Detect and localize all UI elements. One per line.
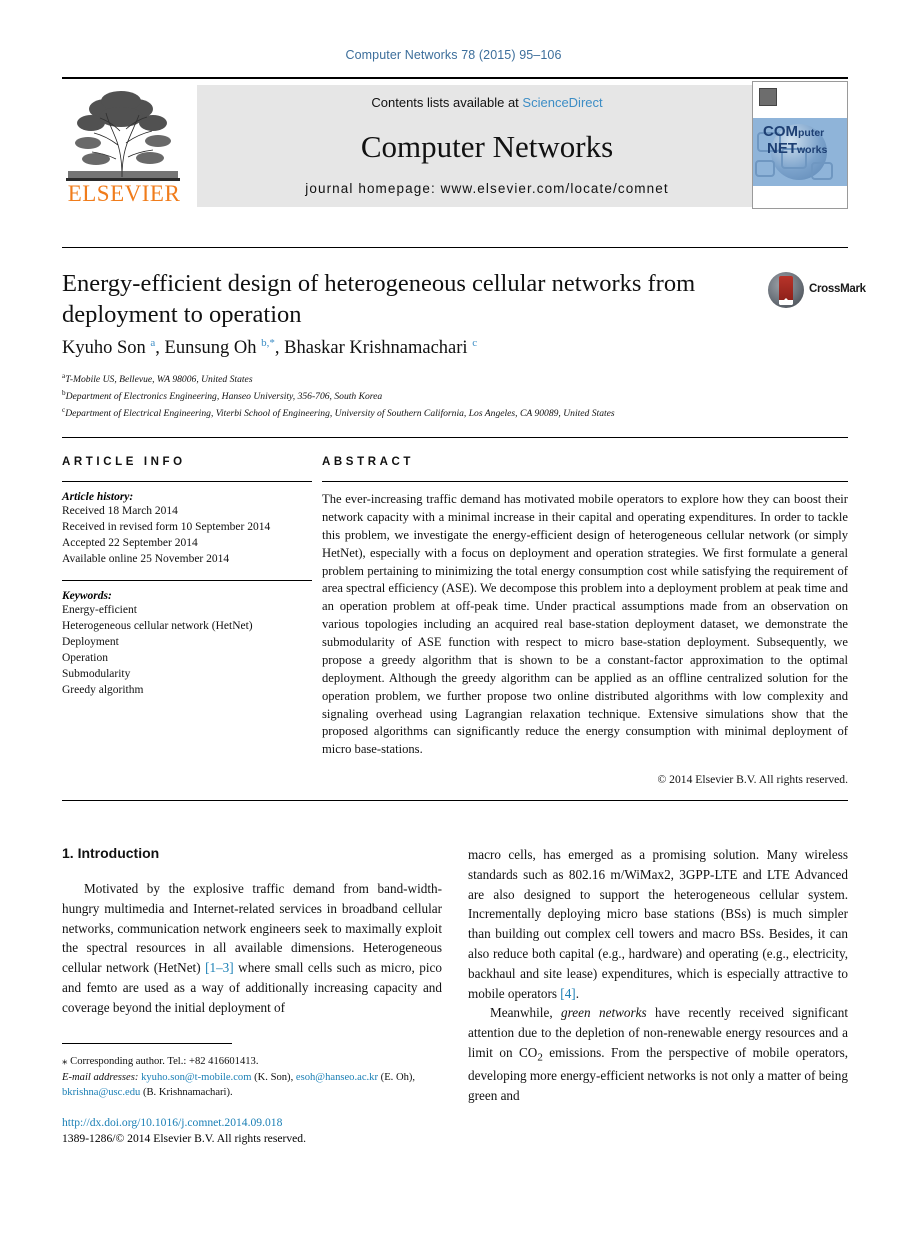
- body-top-rule: [62, 800, 848, 801]
- keywords-rule: [62, 580, 312, 582]
- article-info-heading: ARTICLE INFO: [62, 456, 186, 468]
- keyword-item: Energy-efficient: [62, 604, 137, 617]
- cover-node-rect-4: [755, 160, 775, 177]
- cover-bottom-band: [753, 186, 847, 208]
- crossmark-circle-icon: [768, 272, 804, 308]
- keyword-item: Greedy algorithm: [62, 683, 144, 696]
- article-page: Computer Networks 78 (2015) 95–106 ELSEV…: [0, 0, 907, 1238]
- masthead-center-panel: Contents lists available at ScienceDirec…: [197, 85, 777, 207]
- cover-word-1-sub: puter: [798, 127, 825, 139]
- page-title: Energy-efficient design of heterogeneous…: [62, 270, 696, 329]
- affiliation-item: aT-Mobile US, Bellevue, WA 98006, United…: [62, 371, 852, 388]
- article-history-label: Article history:: [62, 491, 134, 503]
- abstract-copyright: © 2014 Elsevier B.V. All rights reserved…: [657, 773, 848, 787]
- affiliation-text: Department of Electrical Engineering, Vi…: [65, 408, 615, 420]
- keywords-block: Keywords: Energy-efficient Heterogeneous…: [62, 590, 312, 698]
- abstract-text: The ever-increasing traffic demand has m…: [322, 492, 848, 757]
- author-list: Kyuho Son a, Eunsung Oh b,*, Bhaskar Kri…: [62, 337, 478, 359]
- cover-node-rect-3: [811, 162, 833, 180]
- abstract-heading: ABSTRACT: [322, 456, 415, 468]
- intro-paragraph-2: Meanwhile, green networks have recently …: [468, 1005, 849, 1103]
- email-addresses-note: E-mail addresses: kyuho.son@t-mobile.com…: [62, 1071, 416, 1099]
- history-online: Available online 25 November 2014: [62, 552, 230, 565]
- crossmark-badge[interactable]: CrossMark: [768, 272, 866, 312]
- crossmark-label: CrossMark: [809, 283, 866, 295]
- journal-title: Computer Networks: [360, 129, 614, 164]
- section-title-introduction: 1. Introduction: [62, 845, 160, 861]
- abstract-column: ABSTRACT The ever-increasing traffic dem…: [322, 456, 848, 786]
- affiliation-text: T-Mobile US, Bellevue, WA 98006, United …: [65, 374, 253, 386]
- footnote-block: ⁎ Corresponding author. Tel.: +82 416601…: [62, 1054, 442, 1100]
- elsevier-wordmark: ELSEVIER: [67, 181, 181, 206]
- article-info-column: ARTICLE INFO Article history: Received 1…: [62, 456, 312, 699]
- doi-block: http://dx.doi.org/10.1016/j.comnet.2014.…: [62, 1115, 482, 1147]
- elsevier-tree-icon: [66, 85, 180, 181]
- contents-prefix: Contents lists available at: [371, 95, 519, 110]
- title-divider: [62, 247, 848, 248]
- history-received: Received 18 March 2014: [62, 505, 178, 517]
- body-left-column: 1. Introduction Motivated by the explosi…: [62, 845, 442, 1018]
- cover-word-2-sub: works: [797, 144, 828, 156]
- intro-paragraph-1-cont: macro cells, has emerged as a promising …: [468, 847, 848, 1001]
- sciencedirect-link[interactable]: ScienceDirect: [522, 95, 602, 110]
- cover-artwork: COMputer NETworks: [753, 118, 847, 186]
- intro-paragraph-1: Motivated by the explosive traffic deman…: [62, 881, 442, 1015]
- keywords-label: Keywords:: [62, 590, 112, 603]
- journal-homepage-line[interactable]: journal homepage: www.elsevier.com/locat…: [197, 181, 777, 196]
- info-section-top-rule: [62, 437, 848, 438]
- masthead-top-rule: [62, 77, 848, 79]
- cover-word-2: NET: [767, 140, 797, 157]
- keyword-item: Heterogeneous cellular network (HetNet): [62, 620, 253, 633]
- footnote-rule: [62, 1043, 232, 1044]
- body-right-column: macro cells, has emerged as a promising …: [468, 845, 848, 1106]
- keyword-item: Deployment: [62, 636, 119, 649]
- history-revised: Received in revised form 10 September 20…: [62, 520, 271, 533]
- corresponding-author-note: ⁎ Corresponding author. Tel.: +82 416601…: [62, 1055, 259, 1067]
- issn-copyright-line: 1389-1286/© 2014 Elsevier B.V. All right…: [62, 1131, 306, 1145]
- contents-available-line: Contents lists available at ScienceDirec…: [197, 95, 777, 110]
- cover-stamp-icon: [759, 88, 777, 106]
- cover-top-band: [753, 82, 847, 118]
- cover-wordmark: COMputer NETworks: [763, 124, 847, 156]
- journal-masthead: ELSEVIER Contents lists available at Sci…: [62, 77, 848, 209]
- running-head: Computer Networks 78 (2015) 95–106: [345, 48, 562, 62]
- elsevier-logo: ELSEVIER: [62, 85, 186, 207]
- affiliation-item: cDepartment of Electrical Engineering, V…: [62, 405, 852, 422]
- article-info-rule: [62, 481, 312, 482]
- abstract-rule: [322, 481, 848, 482]
- doi-link[interactable]: http://dx.doi.org/10.1016/j.comnet.2014.…: [62, 1115, 482, 1131]
- keyword-item: Operation: [62, 652, 108, 665]
- crossmark-notch-icon: [779, 298, 793, 305]
- affiliation-list: aT-Mobile US, Bellevue, WA 98006, United…: [62, 371, 852, 422]
- affiliation-item: bDepartment of Electronics Engineering, …: [62, 388, 852, 405]
- history-accepted: Accepted 22 September 2014: [62, 536, 198, 549]
- journal-cover-thumbnail: COMputer NETworks: [752, 81, 848, 209]
- keyword-item: Submodularity: [62, 667, 131, 680]
- cover-word-1: COM: [763, 123, 798, 140]
- affiliation-text: Department of Electronics Engineering, H…: [65, 391, 383, 403]
